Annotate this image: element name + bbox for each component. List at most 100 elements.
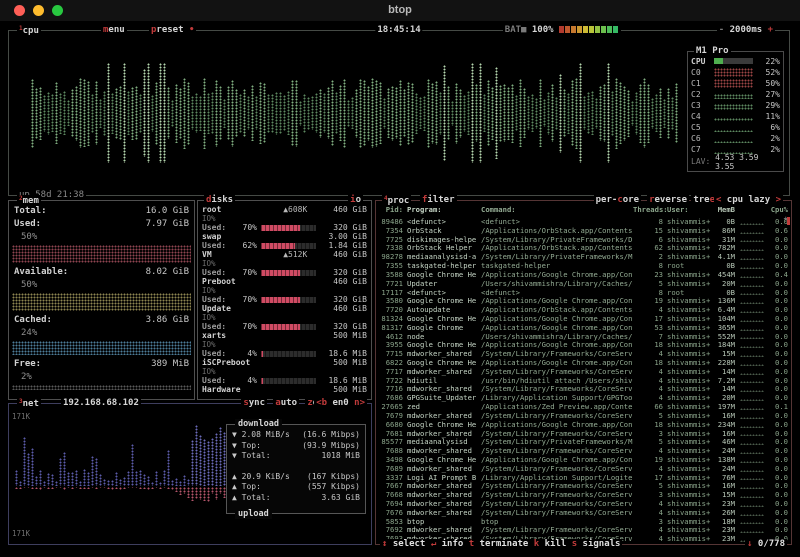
disk-row: root▲608K460 GiB (198, 205, 371, 214)
battery-segment (589, 26, 594, 33)
net-stats-panel: download upload ▼ 2.08 MiB/s(16.6 Mibps)… (226, 424, 366, 514)
update-interval: - 2000ms + (717, 25, 775, 35)
battery-segment (571, 26, 576, 33)
preset-button[interactable]: preset • (149, 25, 196, 35)
col-memb[interactable]: MemB (713, 205, 735, 214)
battery-segment (607, 26, 612, 33)
disk-used-bar (261, 225, 316, 231)
cpu-core-row: C62% (688, 133, 783, 144)
scroll-down-icon[interactable]: ↓ (747, 539, 752, 549)
disk-used-bar (261, 270, 316, 276)
footer-action-terminate[interactable]: terminate (474, 539, 534, 549)
battery-segment (595, 26, 600, 33)
clock: 18:45:14 (375, 25, 422, 35)
net-stat-row: ▼ 2.08 MiB/s(16.6 Mibps) (232, 430, 360, 441)
mem-item-row: Used:7.97 GiB (9, 218, 194, 231)
disk-row: swap3.00 GiB (198, 232, 371, 241)
disks-box-title[interactable]: disks (204, 195, 235, 205)
cpu-model-name: M1 Pro (694, 46, 731, 56)
proc-scrollbar[interactable] (787, 217, 790, 225)
disks-box: disks io root▲608K460 GiBIO%Used:70%320 … (197, 200, 372, 400)
cpu-core-row: C56% (688, 122, 783, 133)
net-stat-row: ▲ Top:(557 Kibps) (232, 482, 360, 493)
battery-segment (577, 26, 582, 33)
proc-footer-actions: ↕ select ↵ info t terminate k kill s sig… (380, 539, 622, 549)
reverse-toggle[interactable]: reverse (647, 195, 689, 205)
battery-bar (559, 25, 619, 35)
mem-item-row: Free:389 MiB (9, 358, 194, 371)
net-interface-switcher[interactable]: <b en0 n> (314, 398, 367, 408)
footer-action-select[interactable]: select (387, 539, 430, 549)
col-cpu[interactable]: Cpu% + (766, 205, 788, 214)
mem-item-graph (12, 245, 191, 263)
battery-segment (601, 26, 606, 33)
disk-row: Preboot460 GiB (198, 277, 371, 286)
battery-segment (583, 26, 588, 33)
proc-table-body: 89486<defunct><defunct>8shivammis+0B0.07… (378, 218, 789, 542)
disk-row: VM▲512K460 GiB (198, 250, 371, 259)
cpu-core-row: C052% (688, 67, 783, 78)
disk-used-bar (261, 297, 316, 303)
net-box-title[interactable]: 3net (17, 398, 41, 409)
col-pid[interactable]: Pid: (379, 205, 403, 214)
disk-used-bar (261, 378, 316, 384)
net-stat-row: ▼ Top:(93.9 Mibps) (232, 441, 360, 452)
mem-total-row: Total:16.0 GiB (9, 205, 194, 218)
battery-segment (565, 26, 570, 33)
col-program[interactable]: Program: (407, 205, 479, 214)
proc-box-title[interactable]: 4proc (382, 195, 411, 206)
cpu-box: 1cpu menu preset • 18:45:14 BAT■ 100% - … (8, 30, 790, 196)
footer-action-kill[interactable]: kill (539, 539, 572, 549)
net-traffic-graph (15, 418, 247, 540)
disk-row: Hardware500 MiB (198, 385, 371, 394)
col-user[interactable]: User: (667, 205, 713, 214)
mem-box: 2mem Total:16.0 GiB Used:7.97 GiB50%Avai… (8, 200, 195, 400)
net-stat-row: ▼ Total:1018 MiB (232, 451, 360, 462)
download-label: download (235, 419, 282, 429)
proc-box: 4proc filter per-core reverse tree < cpu… (375, 200, 792, 545)
terminal: 1cpu menu preset • 18:45:14 BAT■ 100% - … (0, 22, 800, 557)
interval-decrease[interactable]: - (719, 25, 724, 35)
load-average-row: LAV: 4.53 3.59 3.55 (688, 156, 783, 167)
net-ip-address: 192.168.68.102 (61, 398, 141, 408)
net-stat-row: ▲ 20.9 KiB/s(167 Kibps) (232, 472, 360, 483)
window-title: btop (0, 4, 800, 16)
disk-row: xarts500 MiB (198, 331, 371, 340)
net-auto-toggle[interactable]: auto (273, 398, 299, 408)
net-sync-toggle[interactable]: sync (241, 398, 267, 408)
cpu-usage-graph (31, 61, 679, 165)
net-box: 3net 192.168.68.102 sync auto zero <b en… (8, 403, 372, 545)
footer-action-signals[interactable]: signals (577, 539, 620, 549)
battery-indicator: BAT■ 100% (503, 25, 621, 35)
sort-column-selector[interactable]: < cpu lazy > (714, 195, 783, 205)
disk-row: iSCPreboot500 MiB (198, 358, 371, 367)
mem-item-graph (12, 341, 191, 355)
footer-action-info[interactable]: info (436, 539, 469, 549)
interval-increase[interactable]: + (768, 25, 773, 35)
col-threads[interactable]: Threads: (633, 205, 663, 214)
cpu-box-title[interactable]: 1cpu (17, 25, 41, 36)
col-command[interactable]: Command: (481, 205, 633, 214)
io-toggle[interactable]: io (348, 195, 363, 205)
filter-button[interactable]: filter (420, 195, 457, 205)
mem-item-row: Available:8.02 GiB (9, 266, 194, 279)
window-titlebar: btop (0, 0, 800, 22)
cpu-core-row: C329% (688, 100, 783, 111)
disk-used-bar (261, 243, 316, 249)
cpu-total-row: CPU 22% (688, 56, 783, 67)
battery-segment (613, 26, 618, 33)
mem-item-graph (12, 293, 191, 311)
mem-box-title[interactable]: 2mem (17, 195, 41, 206)
cpu-core-row: C227% (688, 89, 783, 100)
cpu-total-meter (714, 57, 753, 66)
upload-label: upload (235, 509, 272, 519)
disk-row: Update460 GiB (198, 304, 371, 313)
mem-item-graph (12, 385, 191, 390)
cpu-core-row: C150% (688, 78, 783, 89)
mem-item-row: Cached:3.86 GiB (9, 314, 194, 327)
proc-count: ↓ 0/778 (745, 539, 787, 549)
cpu-core-row: C411% (688, 111, 783, 122)
per-core-toggle[interactable]: per-core (594, 195, 641, 205)
cpu-cores-box: M1 Pro CPU 22% C052%C150%C227%C329%C411%… (687, 51, 784, 172)
menu-button[interactable]: menu (101, 25, 127, 35)
